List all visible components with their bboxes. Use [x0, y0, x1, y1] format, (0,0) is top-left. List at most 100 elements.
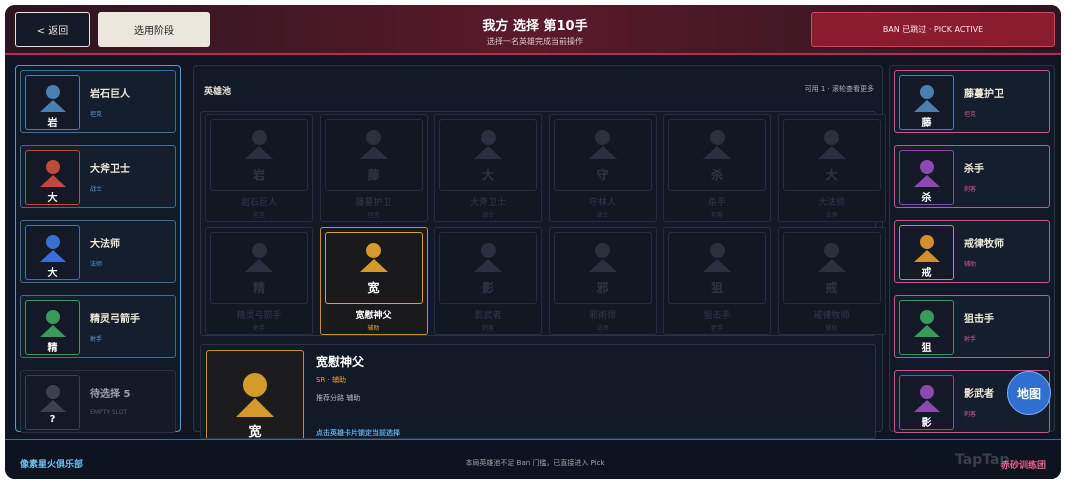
hero-card-name: 守林人 — [588, 198, 616, 208]
hero-detail-rarity: SR · 辅助 — [316, 376, 346, 384]
enemy-slot[interactable]: 藤 藤蔓护卫 坦克 — [894, 70, 1050, 133]
turn-subtitle: 选择一名英雄完成当前操作 — [487, 37, 583, 46]
hero-card[interactable]: 大大法师 法师 — [777, 114, 886, 222]
ally-slot[interactable]: 大 大斧卫士 战士 — [20, 145, 176, 208]
hero-initial: 岩 — [252, 168, 265, 182]
hero-card-portrait: 精 — [210, 232, 308, 304]
hero-figure-icon — [39, 235, 66, 262]
hero-card-portrait: 宽 — [324, 232, 423, 304]
hero-figure-icon — [474, 130, 502, 159]
back-button[interactable]: < 返回 — [15, 12, 90, 47]
slot-hero-name: 戒律牧师 — [964, 239, 1004, 250]
hero-card-portrait: 狙 — [668, 232, 766, 304]
hero-card[interactable]: 狙狙击手 射手 — [663, 227, 771, 335]
hero-figure-icon — [588, 243, 617, 272]
avatar: 杀 — [899, 150, 954, 205]
hero-card[interactable]: 宽宽慰神父 辅助 — [319, 227, 428, 335]
hero-figure-icon — [913, 235, 940, 262]
ally-slot[interactable]: 精 精灵弓箭手射手 — [20, 295, 176, 358]
hero-detail-lane: 推荐分路 辅助 — [316, 394, 361, 402]
slot-hero-name: 狙击手 — [964, 314, 994, 325]
hero-card-name: 邪術师 — [588, 311, 616, 321]
ally-slot[interactable]: 大 大法师 法师 — [20, 220, 176, 283]
hero-figure-icon — [913, 310, 940, 337]
slot-hero-role: 射手 — [90, 336, 103, 343]
avatar: 影 — [899, 375, 954, 430]
hero-figure-icon — [39, 385, 66, 412]
hero-figure-icon — [39, 310, 66, 337]
ally-team-panel: 岩岩石巨人 坦克大大斧卫士 战士大大法师 法师精精灵弓箭手 射手? 待选择 5 EMPTY … — [15, 65, 181, 433]
footer-note: 本局英雄池不足 Ban 门槛，已直接进入 Pick — [465, 459, 605, 467]
avatar: 藤 — [899, 75, 954, 130]
hero-initial: ? — [49, 414, 56, 425]
hero-figure-icon — [703, 130, 731, 159]
hero-card[interactable]: 岩岩石巨人 坦克 — [205, 114, 313, 222]
hero-card-name: 狙击手 — [703, 311, 731, 321]
hero-card-role: 辅助 — [825, 325, 838, 332]
hero-card-name: 影武者 — [474, 311, 502, 321]
hero-card[interactable]: 杀杀手 刺客 — [663, 114, 771, 222]
ally-slot[interactable]: ? 待选择 5 EMPTY SLOT — [20, 370, 176, 433]
stage-button[interactable]: 选用阶段 — [98, 12, 210, 47]
hero-detail-portrait: 宽 — [206, 350, 304, 438]
hero-card-portrait: 守 — [553, 119, 652, 191]
slot-hero-name: 大斧卫士 — [90, 164, 130, 175]
hero-card-role: 坦克 — [252, 212, 265, 219]
hero-initial: 大 — [825, 168, 838, 182]
club-name: 像素星火俱乐部 — [20, 460, 84, 470]
hero-initial: 杀 — [710, 168, 723, 182]
hero-card-portrait: 杀 — [668, 119, 766, 191]
slot-hero-name: 精灵弓箭手 — [90, 314, 140, 325]
hero-pool-panel: 英雄池 可用 1 · 滚轮查看更多 岩岩石巨人 坦克藤藤蔓护卫 坦克大大斧卫士 战士守… — [193, 65, 886, 439]
hero-figure-icon — [817, 243, 846, 272]
hero-card-portrait: 邪 — [553, 232, 652, 304]
hero-initial: 大 — [481, 168, 494, 182]
slot-hero-name: 杀手 — [964, 164, 984, 175]
hero-initial: 大 — [47, 268, 58, 279]
hero-card[interactable]: 影影武者 刺客 — [434, 227, 542, 335]
hero-card[interactable]: 藤藤蔓护卫 坦克 — [319, 114, 428, 222]
hero-card[interactable]: 守守林人 战士 — [548, 114, 657, 222]
hero-initial: 精 — [47, 343, 58, 354]
hero-initial: 大 — [47, 193, 58, 204]
hero-grid[interactable]: 岩岩石巨人 坦克藤藤蔓护卫 坦克大大斧卫士 战士守守林人 战士杀杀手 刺客大大法师 法师精精… — [200, 111, 886, 336]
hero-card-portrait: 影 — [439, 232, 537, 304]
hero-card-role: 战士 — [596, 212, 609, 219]
hero-initial: 杀 — [921, 193, 932, 204]
hero-initial: 邪 — [596, 281, 609, 295]
slot-hero-role: 射手 — [964, 336, 977, 343]
hero-initial: 宽 — [367, 281, 380, 295]
hero-figure-icon — [359, 130, 388, 159]
hero-initial: 守 — [596, 168, 609, 182]
hero-card-name: 精灵弓箭手 — [236, 311, 282, 321]
avatar: 岩 — [25, 75, 80, 130]
hero-card[interactable]: 邪邪術师 法师 — [548, 227, 657, 335]
hero-card[interactable]: 大大斧卫士 战士 — [434, 114, 542, 222]
slot-hero-name: 待选择 5 — [90, 389, 131, 400]
enemy-slot[interactable]: 戒 戒律牧师 辅助 — [894, 220, 1050, 283]
slot-hero-role: 刺客 — [964, 186, 977, 193]
slot-hero-role: 法师 — [90, 261, 103, 268]
slot-hero-role: 坦克 — [90, 111, 103, 118]
hero-card[interactable]: 戒戒律牧师 辅助 — [777, 227, 886, 335]
hero-figure-icon — [39, 160, 66, 187]
hero-initial: 狙 — [710, 281, 723, 295]
slot-hero-role: EMPTY SLOT — [90, 409, 128, 416]
hero-card[interactable]: 精精灵弓箭手 射手 — [205, 227, 313, 335]
map-button[interactable]: 地图 — [1007, 371, 1051, 415]
hero-card-role: 射手 — [252, 325, 265, 332]
hero-figure-icon — [913, 385, 940, 412]
ally-slot[interactable]: 岩 岩石巨人 坦克 — [20, 70, 176, 133]
hero-card-role: 辅助 — [367, 325, 380, 332]
hero-card-role: 刺客 — [481, 325, 494, 332]
hero-initial: 影 — [921, 418, 932, 429]
hero-detail-panel: 宽 宽慰神父 SR · 辅助 推荐分路 辅助 点击英雄卡片锁定当前选择 — [200, 344, 876, 439]
hero-initial: 狙 — [921, 343, 932, 354]
hero-card-name: 宽慰神父 — [355, 311, 392, 321]
hero-card-name: 大法师 — [817, 198, 845, 208]
hero-card-name: 杀手 — [707, 198, 726, 208]
enemy-slot[interactable]: 杀 杀手刺客 — [894, 145, 1050, 208]
enemy-slot[interactable]: 狙 狙击手射手 — [894, 295, 1050, 358]
hero-card-portrait: 藤 — [324, 119, 423, 191]
hero-detail-action-hint: 点击英雄卡片锁定当前选择 — [316, 429, 400, 437]
